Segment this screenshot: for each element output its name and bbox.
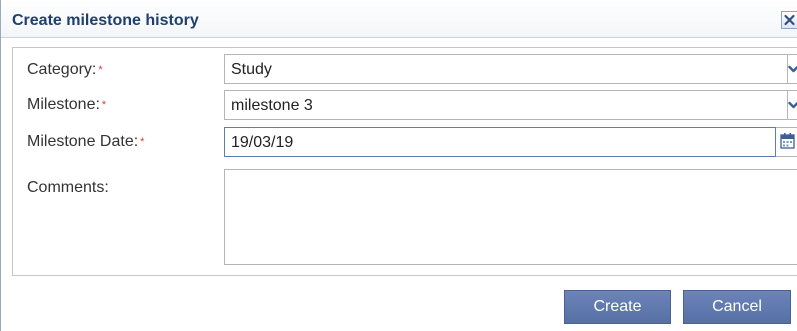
calendar-icon [776,128,797,156]
create-milestone-history-dialog: Create milestone history Category: * Stud… [0,0,797,331]
milestone-select[interactable]: milestone 3 [224,90,788,120]
comments-label: Comments: [27,178,109,198]
close-icon [782,12,797,28]
create-button[interactable]: Create [564,290,671,324]
milestone-date-label-text: Milestone Date: [27,133,139,150]
milestone-date-label: Milestone Date: * [27,132,144,152]
milestone-dropdown-button[interactable] [788,90,797,120]
milestone-label: Milestone: * [27,95,106,115]
required-marker: * [140,136,145,148]
category-select-value: Study [231,61,272,78]
chevron-down-icon [788,91,797,119]
comments-textarea[interactable] [224,169,797,265]
date-picker-button[interactable] [776,127,797,157]
required-marker: * [98,64,103,76]
dialog-title: Create milestone history [12,12,199,29]
close-button[interactable] [781,11,797,29]
category-label: Category: * [27,60,103,80]
milestone-date-value: 19/03/19 [231,134,294,151]
category-dropdown-button[interactable] [788,54,797,84]
comments-label-text: Comments: [27,179,109,196]
milestone-date-input[interactable]: 19/03/19 [224,127,776,157]
dialog-title-bar[interactable]: Create milestone history [1,0,797,38]
form-panel: Category: * Study Milestone: * milestone 3 [12,47,797,276]
milestone-select-value: milestone 3 [231,97,313,114]
required-marker: * [101,99,107,111]
category-label-text: Category: [27,61,97,78]
milestone-label-text: Milestone: [27,96,100,113]
category-select[interactable]: Study [224,54,788,84]
chevron-down-icon [788,55,797,83]
cancel-button[interactable]: Cancel [683,290,791,324]
